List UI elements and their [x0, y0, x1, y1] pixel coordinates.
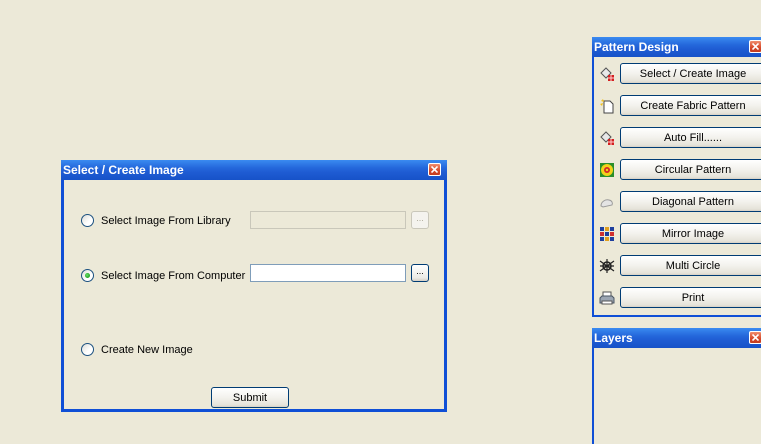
radio-create-new[interactable]	[81, 343, 94, 356]
option-select-from-library[interactable]: Select Image From Library	[81, 214, 231, 227]
paint-bucket-icon	[598, 129, 616, 147]
select-create-image-dialog: Select / Create Image Select Image From …	[61, 160, 447, 412]
radio-computer[interactable]	[81, 269, 94, 282]
option-library-label: Select Image From Library	[101, 214, 231, 227]
pattern-design-panel: Pattern Design Select / Create Image Cre…	[592, 37, 761, 317]
option-create-new-image[interactable]: Create New Image	[81, 343, 193, 356]
layers-panel-title: Layers	[594, 331, 633, 345]
radio-library[interactable]	[81, 214, 94, 227]
pattern-panel-titlebar[interactable]: Pattern Design	[592, 37, 761, 57]
auto-fill-button[interactable]: Auto Fill......	[620, 127, 761, 148]
mirror-image-icon	[598, 225, 616, 243]
layers-panel-titlebar[interactable]: Layers	[592, 328, 761, 348]
library-browse-button[interactable]: ...	[411, 211, 429, 229]
layers-panel: Layers	[592, 328, 761, 444]
library-path-input[interactable]	[250, 211, 406, 229]
diagonal-pattern-icon	[598, 193, 616, 211]
tool-row-diagonal-pattern: Diagonal Pattern	[598, 191, 761, 212]
print-button[interactable]: Print	[620, 287, 761, 308]
computer-browse-button[interactable]: ...	[411, 264, 429, 282]
multi-circle-icon	[598, 257, 616, 275]
option-computer-label: Select Image From Computer	[101, 269, 246, 282]
tool-row-create-fabric-pattern: Create Fabric Pattern	[598, 95, 761, 116]
option-create-new-label: Create New Image	[101, 343, 193, 356]
layers-panel-close-icon[interactable]	[749, 331, 761, 344]
circular-pattern-icon	[598, 161, 616, 179]
tool-row-circular-pattern: Circular Pattern	[598, 159, 761, 180]
printer-icon	[598, 289, 616, 307]
select-create-image-button[interactable]: Select / Create Image	[620, 63, 761, 84]
tool-row-auto-fill: Auto Fill......	[598, 127, 761, 148]
desktop-workspace: Select / Create Image Select Image From …	[0, 0, 761, 444]
tool-row-select-create-image: Select / Create Image	[598, 63, 761, 84]
paint-bucket-icon	[598, 65, 616, 83]
create-fabric-pattern-button[interactable]: Create Fabric Pattern	[620, 95, 761, 116]
dialog-title: Select / Create Image	[63, 163, 184, 177]
option-select-from-computer[interactable]: Select Image From Computer	[81, 269, 245, 282]
multi-circle-button[interactable]: Multi Circle	[620, 255, 761, 276]
new-document-icon	[598, 97, 616, 115]
submit-button[interactable]: Submit	[211, 387, 289, 408]
pattern-panel-title: Pattern Design	[594, 40, 679, 54]
mirror-image-button[interactable]: Mirror Image	[620, 223, 761, 244]
tool-row-multi-circle: Multi Circle	[598, 255, 761, 276]
pattern-panel-close-icon[interactable]	[749, 40, 761, 53]
diagonal-pattern-button[interactable]: Diagonal Pattern	[620, 191, 761, 212]
tool-row-mirror-image: Mirror Image	[598, 223, 761, 244]
tool-row-print: Print	[598, 287, 761, 308]
circular-pattern-button[interactable]: Circular Pattern	[620, 159, 761, 180]
dialog-titlebar[interactable]: Select / Create Image	[61, 160, 447, 180]
dialog-close-icon[interactable]	[428, 163, 441, 176]
computer-path-input[interactable]	[250, 264, 406, 282]
